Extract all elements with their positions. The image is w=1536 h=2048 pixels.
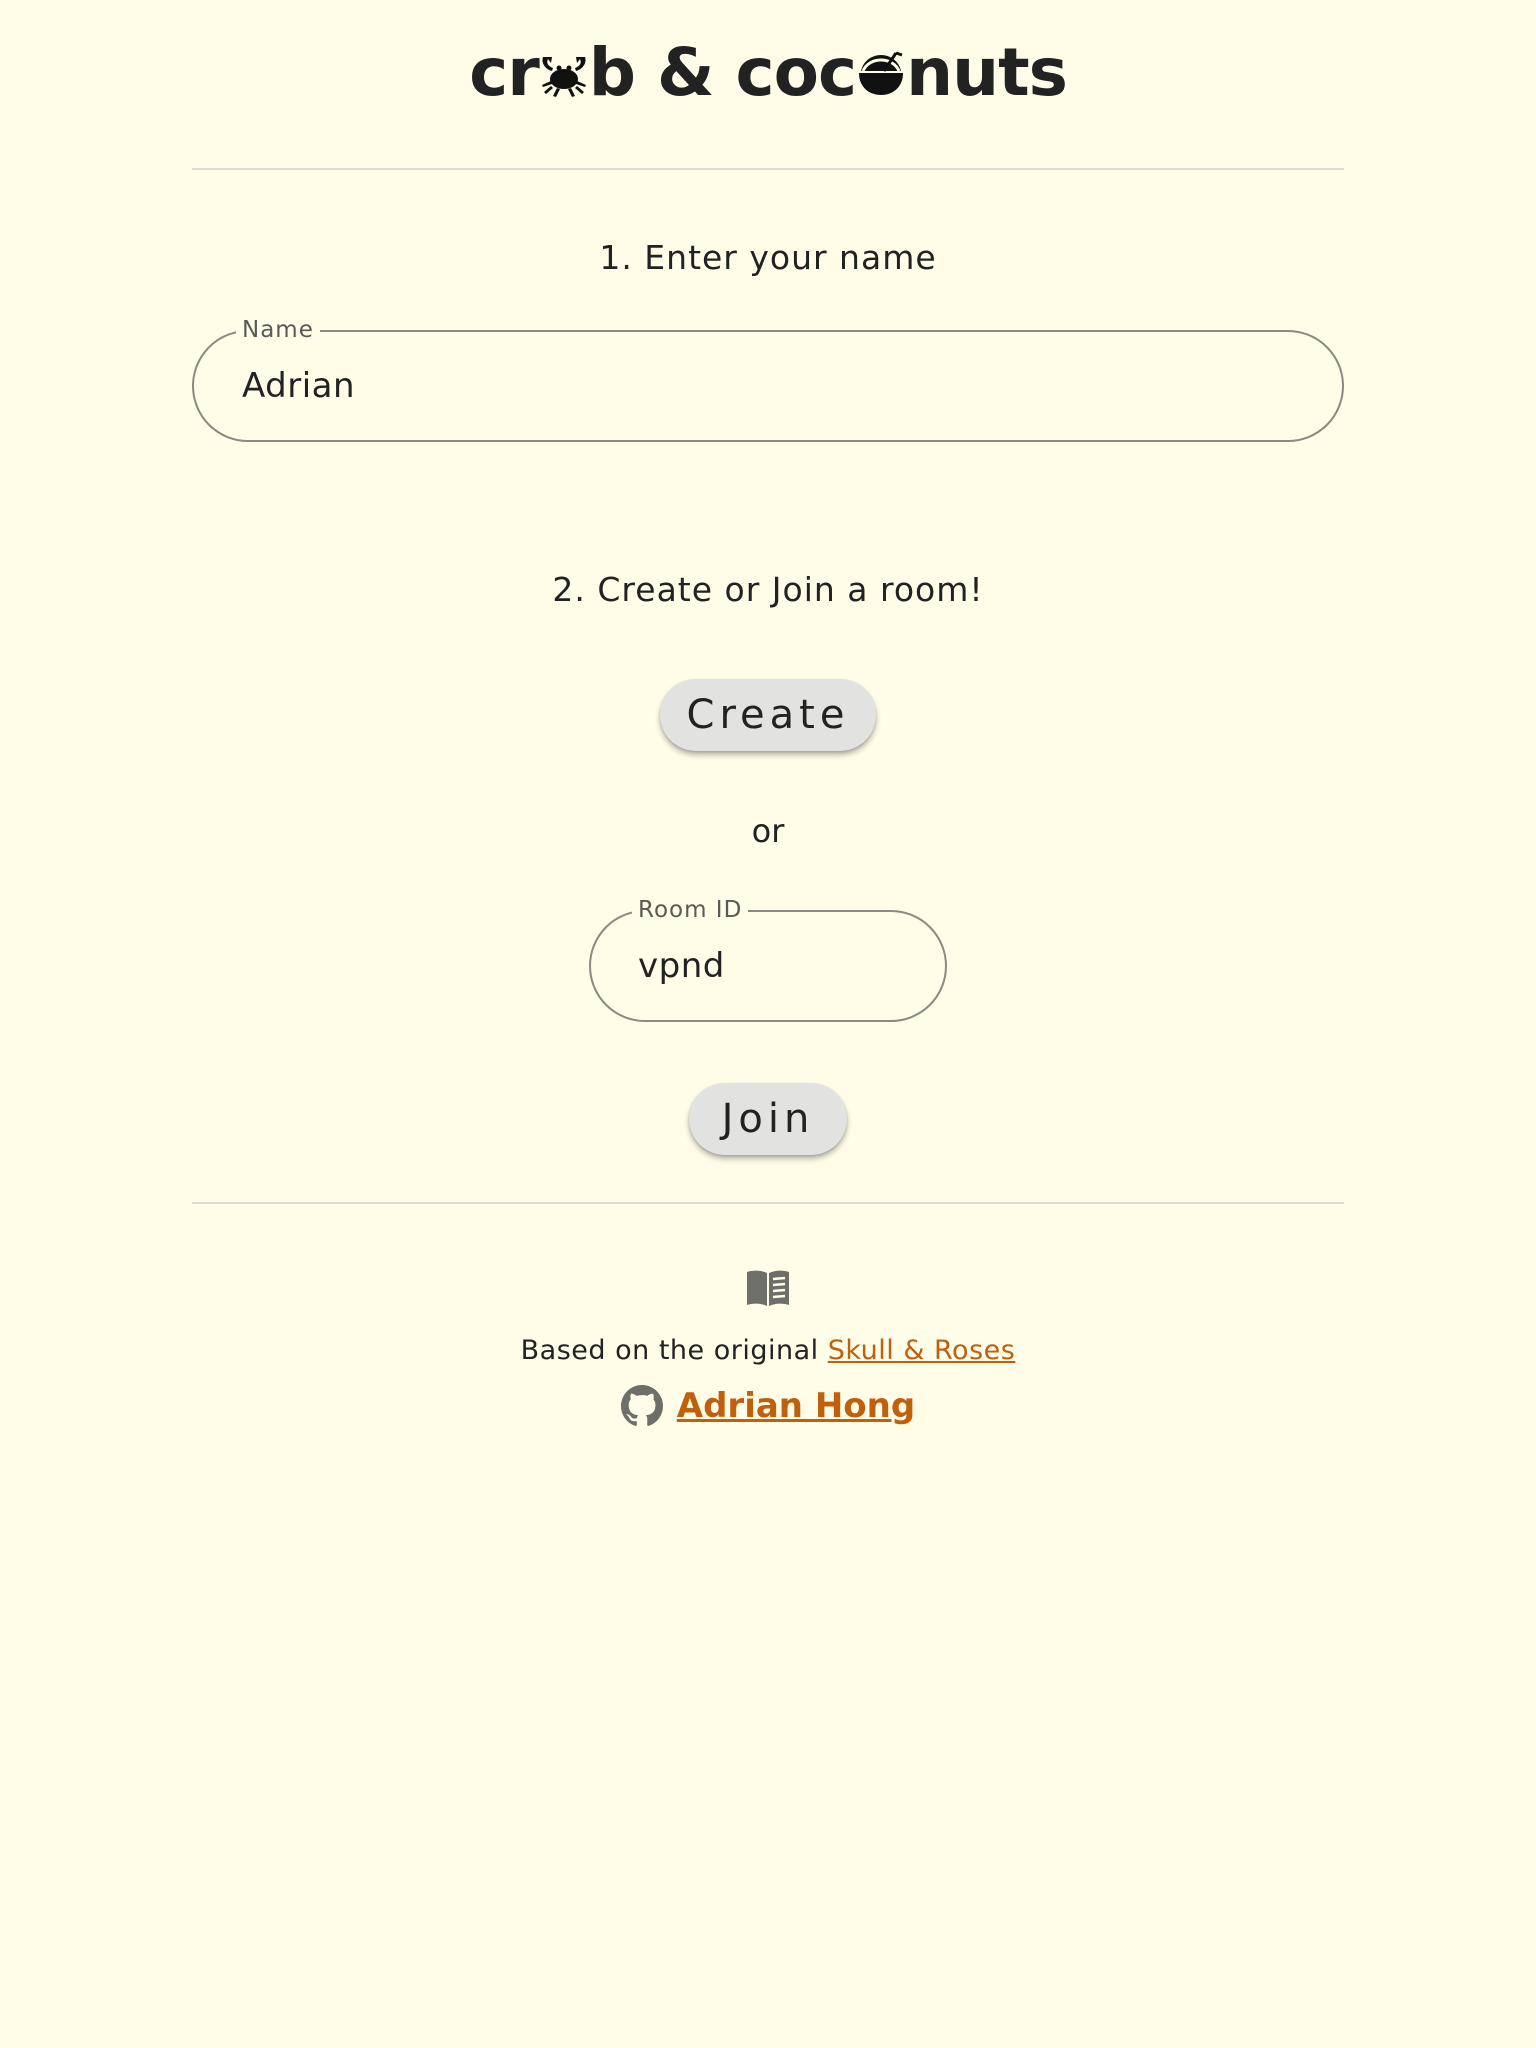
skull-roses-link[interactable]: Skull & Roses (828, 1335, 1016, 1366)
name-field-value[interactable]: Adrian (242, 362, 355, 410)
room-id-field-value[interactable]: vpnd (638, 942, 725, 990)
app-title: cr b & coc nuts (0, 28, 1536, 118)
room-id-field[interactable]: Room ID vpnd (589, 896, 947, 1022)
author-line: Adrian Hong (0, 1382, 1536, 1430)
credit-prefix: Based on the original (520, 1335, 828, 1366)
create-button[interactable]: Create (660, 679, 876, 751)
room-id-field-label: Room ID (632, 896, 749, 924)
step2-heading: 2. Create or Join a room! (552, 570, 984, 609)
or-separator: or (751, 812, 785, 850)
title-part-1: cr (469, 34, 540, 111)
github-icon[interactable] (620, 1385, 663, 1427)
author-link[interactable]: Adrian Hong (677, 1386, 915, 1426)
step1-heading: 1. Enter your name (599, 238, 937, 277)
name-field[interactable]: Name Adrian (192, 316, 1344, 442)
top-divider (192, 168, 1344, 170)
credit-line: Based on the original Skull & Roses (0, 1331, 1536, 1371)
title-part-3: nuts (906, 34, 1068, 111)
book-icon[interactable] (745, 1268, 791, 1308)
join-button[interactable]: Join (689, 1083, 847, 1155)
name-field-label: Name (236, 316, 320, 344)
crab-icon (539, 51, 589, 97)
title-part-2: b & coc (588, 34, 857, 111)
coconut-icon (856, 51, 906, 97)
bottom-divider (192, 1202, 1344, 1204)
